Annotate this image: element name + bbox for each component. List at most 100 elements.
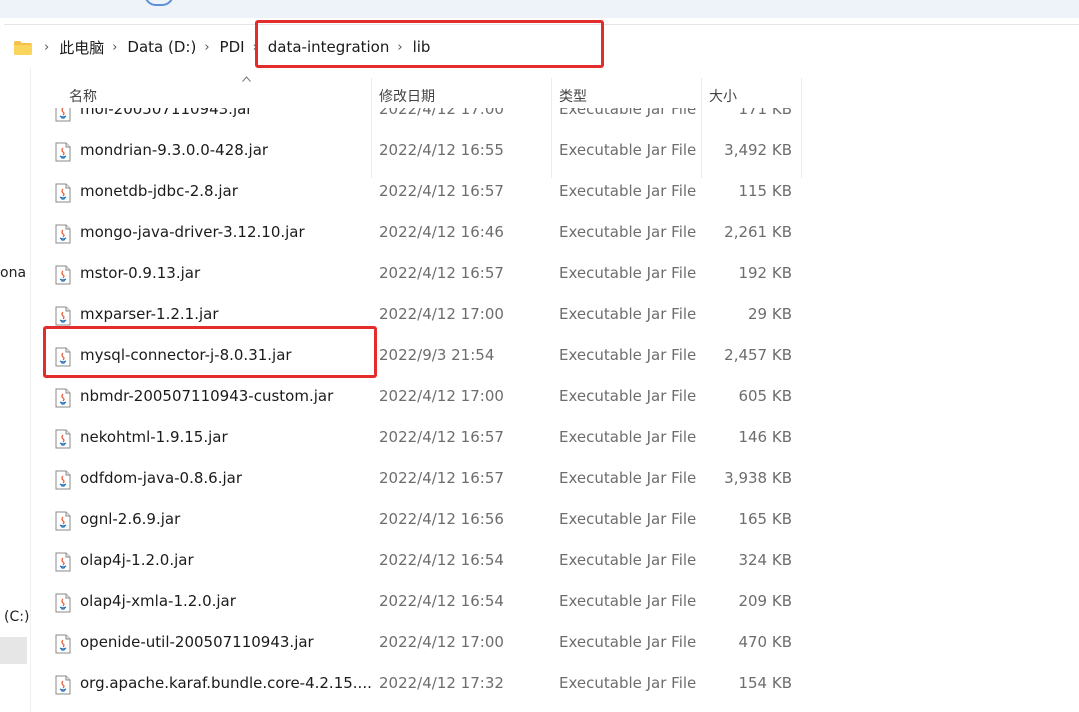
- file-row[interactable]: olap4j-xmla-1.2.0.jar 2022/4/12 16:54 Exec…: [31, 582, 1079, 623]
- jar-file-icon: [53, 306, 73, 326]
- file-modified-date: 2022/4/12 16:54: [379, 592, 504, 610]
- file-row[interactable]: mongo-java-driver-3.12.10.jar 2022/4/12 1…: [31, 213, 1079, 254]
- breadcrumb-item-data-drive[interactable]: Data (D:): [123, 38, 200, 56]
- file-size: 605 KB: [738, 387, 792, 405]
- jar-file-icon: [53, 142, 73, 162]
- file-modified-date: 2022/4/12 16:57: [379, 182, 504, 200]
- file-name[interactable]: openide-util-200507110943.jar: [80, 633, 314, 651]
- breadcrumb-item-this-pc[interactable]: 此电脑: [55, 37, 108, 58]
- file-name[interactable]: odfdom-java-0.8.6.jar: [80, 469, 242, 487]
- file-name[interactable]: mondrian-9.3.0.0-428.jar: [80, 141, 268, 159]
- column-header-row: 名称 修改日期 类型 大小: [31, 68, 1079, 178]
- column-header-date[interactable]: 修改日期: [379, 86, 435, 106]
- chevron-right-icon[interactable]: ›: [249, 40, 264, 55]
- file-modified-date: 2022/4/12 16:56: [379, 510, 504, 528]
- nav-item-partial[interactable]: ona: [0, 265, 26, 281]
- file-size: 171 KB: [738, 108, 792, 118]
- file-row[interactable]: nekohtml-1.9.15.jar 2022/4/12 16:57 Execut…: [31, 418, 1079, 459]
- file-name[interactable]: mongo-java-driver-3.12.10.jar: [80, 223, 305, 241]
- breadcrumb: › 此电脑 › Data (D:) › PDI › data-integrati…: [14, 25, 434, 69]
- jar-file-icon: [53, 429, 73, 449]
- nav-selection-highlight: [0, 637, 27, 664]
- file-modified-date: 2022/4/12 16:54: [379, 551, 504, 569]
- file-modified-date: 2022/4/12 17:00: [379, 108, 504, 118]
- file-modified-date: 2022/4/12 16:57: [379, 264, 504, 282]
- file-type: Executable Jar File: [559, 592, 697, 610]
- file-name[interactable]: mxparser-1.2.1.jar: [80, 305, 219, 323]
- file-type: Executable Jar File: [559, 108, 697, 118]
- chevron-right-icon[interactable]: ›: [40, 40, 55, 55]
- column-header-type[interactable]: 类型: [559, 86, 587, 106]
- file-type: Executable Jar File: [559, 264, 697, 282]
- file-size: 209 KB: [738, 592, 792, 610]
- jar-file-icon: [53, 634, 73, 654]
- jar-file-icon: [53, 224, 73, 244]
- file-modified-date: 2022/4/12 17:00: [379, 387, 504, 405]
- jar-file-icon: [53, 388, 73, 408]
- file-type: Executable Jar File: [559, 510, 697, 528]
- jar-file-icon: [53, 552, 73, 572]
- file-size: 2,457 KB: [724, 346, 792, 364]
- breadcrumb-item-lib[interactable]: lib: [409, 38, 435, 56]
- window-top-strip: [0, 0, 1079, 18]
- address-bar[interactable]: › 此电脑 › Data (D:) › PDI › data-integrati…: [4, 24, 1079, 70]
- chevron-right-icon[interactable]: ›: [393, 40, 408, 55]
- file-row[interactable]: org.apache.karaf.bundle.core-4.2.15.... 2…: [31, 664, 1079, 705]
- file-name[interactable]: mysql-connector-j-8.0.31.jar: [80, 346, 292, 364]
- file-type: Executable Jar File: [559, 633, 697, 651]
- file-type: Executable Jar File: [559, 469, 697, 487]
- file-type: Executable Jar File: [559, 141, 697, 159]
- file-type: Executable Jar File: [559, 551, 697, 569]
- file-modified-date: 2022/4/12 16:57: [379, 428, 504, 446]
- folder-icon: [14, 40, 32, 55]
- file-name[interactable]: nekohtml-1.9.15.jar: [80, 428, 228, 446]
- file-size: 146 KB: [738, 428, 792, 446]
- file-type: Executable Jar File: [559, 346, 697, 364]
- navigation-pane[interactable]: ona (C:): [0, 68, 30, 712]
- file-size: 115 KB: [738, 182, 792, 200]
- file-list[interactable]: mof-200507110943.jar 2022/4/12 17:00 Execu…: [31, 108, 1079, 712]
- jar-file-icon: [53, 470, 73, 490]
- file-row[interactable]: mxparser-1.2.1.jar 2022/4/12 17:00 Executa…: [31, 295, 1079, 336]
- file-modified-date: 2022/4/12 17:32: [379, 674, 504, 692]
- file-type: Executable Jar File: [559, 223, 697, 241]
- file-name[interactable]: mstor-0.9.13.jar: [80, 264, 200, 282]
- file-type: Executable Jar File: [559, 182, 697, 200]
- file-type: Executable Jar File: [559, 428, 697, 446]
- file-name[interactable]: olap4j-xmla-1.2.0.jar: [80, 592, 236, 610]
- nav-item-drive-c[interactable]: (C:): [4, 609, 29, 625]
- chevron-right-icon[interactable]: ›: [200, 40, 215, 55]
- file-modified-date: 2022/9/3 21:54: [379, 346, 495, 364]
- file-row[interactable]: nbmdr-200507110943-custom.jar 2022/4/12 1…: [31, 377, 1079, 418]
- file-type: Executable Jar File: [559, 387, 697, 405]
- file-name[interactable]: olap4j-1.2.0.jar: [80, 551, 194, 569]
- jar-file-icon: [53, 183, 73, 203]
- file-modified-date: 2022/4/12 16:55: [379, 141, 504, 159]
- file-modified-date: 2022/4/12 16:46: [379, 223, 504, 241]
- file-row[interactable]: mondrian-9.3.0.0-428.jar 2022/4/12 16:55 E…: [31, 131, 1079, 172]
- file-row[interactable]: olap4j-1.2.0.jar 2022/4/12 16:54 Executabl…: [31, 541, 1079, 582]
- file-row[interactable]: openide-util-200507110943.jar 2022/4/12 1…: [31, 623, 1079, 664]
- file-name[interactable]: mof-200507110943.jar: [80, 108, 252, 118]
- file-size: 154 KB: [738, 674, 792, 692]
- file-row[interactable]: mysql-connector-j-8.0.31.jar 2022/9/3 21:…: [31, 336, 1079, 377]
- chevron-right-icon[interactable]: ›: [108, 40, 123, 55]
- file-size: 165 KB: [738, 510, 792, 528]
- jar-file-icon: [53, 593, 73, 613]
- file-row[interactable]: odfdom-java-0.8.6.jar 2022/4/12 16:57 Exec…: [31, 459, 1079, 500]
- file-name[interactable]: nbmdr-200507110943-custom.jar: [80, 387, 333, 405]
- column-header-size[interactable]: 大小: [709, 86, 737, 106]
- file-type: Executable Jar File: [559, 674, 697, 692]
- column-header-name[interactable]: 名称: [69, 86, 97, 106]
- file-row[interactable]: mstor-0.9.13.jar 2022/4/12 16:57 Executabl…: [31, 254, 1079, 295]
- breadcrumb-item-pdi[interactable]: PDI: [216, 38, 249, 56]
- file-row[interactable]: monetdb-jdbc-2.8.jar 2022/4/12 16:57 Execu…: [31, 172, 1079, 213]
- file-size: 3,938 KB: [724, 469, 792, 487]
- jar-file-icon: [53, 347, 73, 367]
- breadcrumb-item-data-integration[interactable]: data-integration: [264, 38, 394, 56]
- file-size: 324 KB: [738, 551, 792, 569]
- file-name[interactable]: monetdb-jdbc-2.8.jar: [80, 182, 238, 200]
- file-name[interactable]: org.apache.karaf.bundle.core-4.2.15....: [80, 674, 372, 692]
- file-row[interactable]: ognl-2.6.9.jar 2022/4/12 16:56 Executable …: [31, 500, 1079, 541]
- file-name[interactable]: ognl-2.6.9.jar: [80, 510, 180, 528]
